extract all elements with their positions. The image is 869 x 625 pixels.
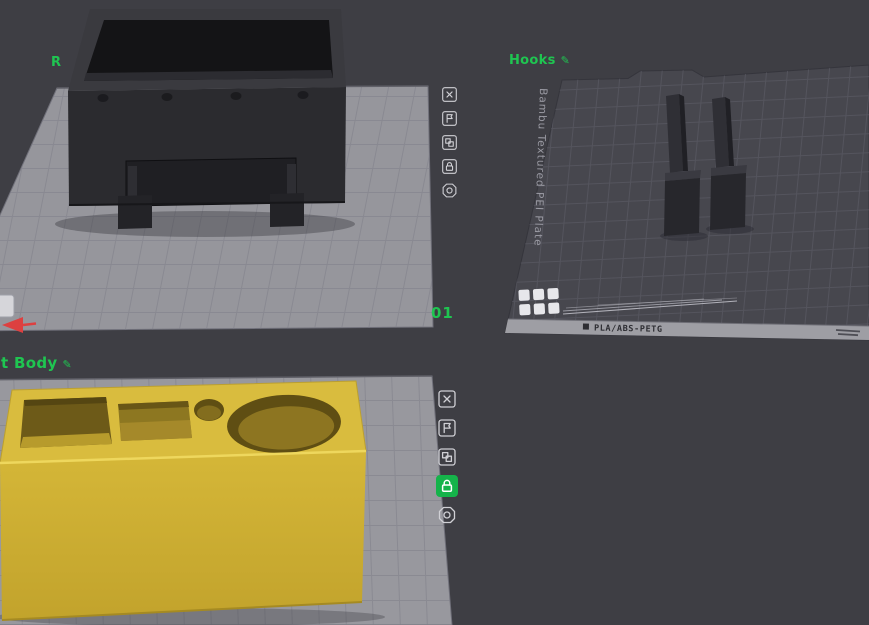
model-yellow-caddy[interactable] — [0, 380, 385, 625]
slot-tab-left — [128, 166, 137, 198]
foot-right — [270, 193, 304, 227]
block-front — [710, 173, 746, 230]
plate1-name-text[interactable]: R — [51, 55, 61, 70]
lock-plate-icon-active[interactable] — [436, 475, 458, 497]
plate3-name-text[interactable]: t Body — [1, 354, 57, 372]
nav-cube-face — [0, 294, 15, 318]
front-face — [0, 451, 366, 620]
plate1-name-label[interactable]: R — [51, 55, 61, 70]
plate2-name-text[interactable]: Hooks — [509, 53, 556, 68]
delete-plate-icon[interactable] — [436, 388, 458, 410]
edit-plate-name-icon[interactable]: ✎ — [561, 54, 571, 67]
plate3-toolbar — [436, 388, 458, 526]
orient-plate-icon[interactable] — [440, 109, 459, 128]
plate-settings-icon[interactable] — [440, 181, 459, 200]
block-front — [664, 178, 700, 236]
arrange-plate-icon[interactable] — [440, 133, 459, 152]
plate1-toolbar — [440, 85, 459, 200]
strip-logo-square — [582, 323, 589, 330]
lock-plate-icon[interactable] — [440, 157, 459, 176]
tray-floor — [120, 420, 192, 441]
delete-plate-icon[interactable] — [440, 85, 459, 104]
edit-plate-name-icon[interactable]: ✎ — [62, 358, 72, 371]
round-hole-floor — [197, 405, 221, 421]
orient-plate-icon[interactable] — [436, 417, 458, 439]
plate-settings-icon[interactable] — [436, 504, 458, 526]
x-axis-line — [22, 322, 37, 327]
viewport-3d[interactable]: Bambu Textured PEI Plate PLA/ABS-PETG R … — [0, 0, 869, 625]
strip-material-label: PLA/ABS-PETG — [594, 324, 663, 335]
arrange-plate-icon[interactable] — [436, 446, 458, 468]
plate1-number[interactable]: 01 — [431, 304, 454, 322]
slot-tab-right — [287, 164, 296, 196]
model-dark-enclosure[interactable] — [55, 9, 355, 237]
plate2-name-label[interactable]: Hooks ✎ — [509, 53, 571, 68]
model-shadow — [55, 211, 355, 237]
foot-left — [118, 195, 152, 229]
plate3-name-label[interactable]: t Body ✎ — [1, 355, 72, 372]
